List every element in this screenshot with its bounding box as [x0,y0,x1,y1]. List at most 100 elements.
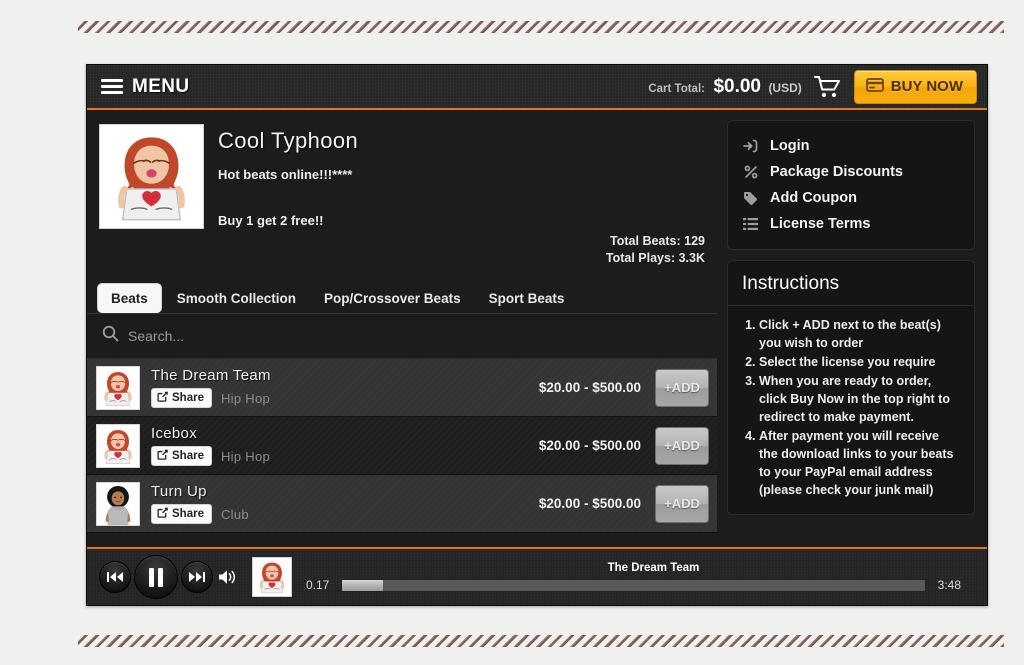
total-beats: Total Beats: 129 [610,234,705,248]
beat-info: Turn Up Share Club [140,483,249,524]
category-tabs: Beats Smooth Collection Pop/Crossover Be… [87,277,717,314]
play-pause-button[interactable] [134,555,178,599]
search-bar [87,314,717,359]
list-item: Select the license you require [759,353,960,371]
cart-currency: (USD) [768,80,802,95]
buy-now-button[interactable]: BUY NOW [853,69,977,104]
table-row[interactable]: Turn Up Share Club $20.00 - $500.00 +ADD [87,475,717,533]
artist-tagline: Hot beats online!!!**** [218,167,353,182]
tag-icon [742,191,759,205]
audio-player-bar: The Dream Team 0.17 3:48 [87,547,987,605]
beat-store-app-window: MENU Cart Total: $0.00 (USD) BUY NOW Coo… [86,64,988,606]
beat-genre: Club [220,506,249,522]
beat-price: $20.00 - $500.00 [538,496,641,511]
sidebar-item-label: Package Discounts [770,164,903,180]
tab-sport-beats[interactable]: Sport Beats [476,284,578,313]
sidebar-item-add-coupon[interactable]: Add Coupon [728,185,974,211]
search-input[interactable] [128,328,428,344]
seek-row: 0.17 3:48 [306,578,961,592]
beat-thumbnail [96,365,140,410]
beat-subrow: Share Hip Hop [151,446,270,466]
beat-price: $20.00 - $500.00 [538,380,641,395]
buy-now-label: BUY NOW [890,78,963,95]
artist-profile: Cool Typhoon Hot beats online!!!**** Buy… [87,110,717,233]
beat-info: The Dream Team Share Hip Hop [140,367,271,408]
beat-subrow: Share Club [151,504,249,524]
menu-button[interactable]: MENU [101,76,190,98]
share-icon [157,391,168,405]
beat-genre: Hip Hop [220,448,271,464]
credit-card-icon [865,77,884,96]
share-label: Share [172,450,204,462]
shopping-cart-icon[interactable] [813,75,842,99]
tab-beats[interactable]: Beats [97,283,162,313]
instructions-list: Click + ADD next to the beat(s) you wish… [759,316,960,499]
beat-info: Icebox Share Hip Hop [140,425,270,466]
beat-thumbnail [96,481,140,526]
sidebar-item-label: License Terms [770,216,871,232]
player-track-area: The Dream Team 0.17 3:48 [292,562,973,592]
seek-bar[interactable] [342,579,925,591]
list-item: When you are ready to order, click Buy N… [759,372,960,426]
menu-label: MENU [132,75,190,97]
instructions-panel: Instructions Click + ADD next to the bea… [727,260,975,515]
cart-total: Cart Total: $0.00 (USD) [648,76,801,98]
decorative-stripe-band-bottom [78,635,1004,647]
header-right-group: Cart Total: $0.00 (USD) BUY NOW [648,69,977,104]
search-icon [102,325,119,347]
sidebar-item-license-terms[interactable]: License Terms [728,211,974,237]
cart-total-label: Cart Total: [648,82,705,95]
sidebar-item-login[interactable]: Login [728,133,974,159]
beat-subrow: Share Hip Hop [151,388,271,408]
add-to-cart-button[interactable]: +ADD [655,484,709,523]
sidebar-item-label: Login [770,138,810,154]
artist-avatar [99,124,204,229]
next-track-button[interactable] [181,561,213,593]
share-icon [157,507,168,521]
app-body: Cool Typhoon Hot beats online!!!**** Buy… [87,110,987,547]
pause-icon [149,567,163,587]
percent-icon [742,165,759,179]
instructions-title: Instructions [742,273,840,294]
share-icon [157,449,168,463]
cart-total-value: $0.00 [713,75,761,97]
volume-icon[interactable] [219,569,238,585]
table-row[interactable]: Icebox Share Hip Hop $20.00 - $500.00 +A… [87,417,717,475]
tab-pop-crossover-beats[interactable]: Pop/Crossover Beats [311,284,474,313]
beat-title: Turn Up [151,483,207,500]
previous-track-button[interactable] [99,561,131,593]
table-row[interactable]: The Dream Team Share Hip Hop $20.00 - $5… [87,359,717,417]
instructions-header: Instructions [728,261,974,306]
sign-in-icon [742,139,759,153]
main-content-column: Cool Typhoon Hot beats online!!!**** Buy… [87,110,717,547]
share-label: Share [172,392,204,404]
current-time: 0.17 [306,578,330,592]
duration: 3:48 [937,578,961,592]
artist-name: Cool Typhoon [218,128,359,153]
decorative-stripe-band-top [78,21,1004,33]
sidebar-item-package-discounts[interactable]: Package Discounts [728,159,974,185]
beat-thumbnail [96,423,140,468]
now-playing-title: The Dream Team [607,562,700,574]
seek-progress-fill [342,579,384,591]
artist-promo: Buy 1 get 2 free!! [218,213,324,228]
share-label: Share [172,508,204,520]
app-header: MENU Cart Total: $0.00 (USD) BUY NOW [87,65,987,110]
share-button[interactable]: Share [151,504,212,524]
list-icon [742,218,759,230]
beat-price: $20.00 - $500.00 [538,438,641,453]
sidebar-menu-panel: Login Package Discounts Add Coupon Licen… [727,120,975,250]
beat-title: Icebox [151,425,197,442]
share-button[interactable]: Share [151,388,212,408]
tab-smooth-collection[interactable]: Smooth Collection [164,284,309,313]
list-item: Click + ADD next to the beat(s) you wish… [759,316,960,352]
beat-list: The Dream Team Share Hip Hop $20.00 - $5… [87,359,717,547]
total-plays: Total Plays: 3.3K [605,251,705,265]
list-item: After payment you will receive the downl… [759,427,960,499]
share-button[interactable]: Share [151,446,212,466]
player-track-thumbnail [252,557,292,597]
instructions-body: Click + ADD next to the beat(s) you wish… [728,306,974,514]
add-to-cart-button[interactable]: +ADD [655,368,709,407]
add-to-cart-button[interactable]: +ADD [655,426,709,465]
beat-title: The Dream Team [151,367,271,384]
